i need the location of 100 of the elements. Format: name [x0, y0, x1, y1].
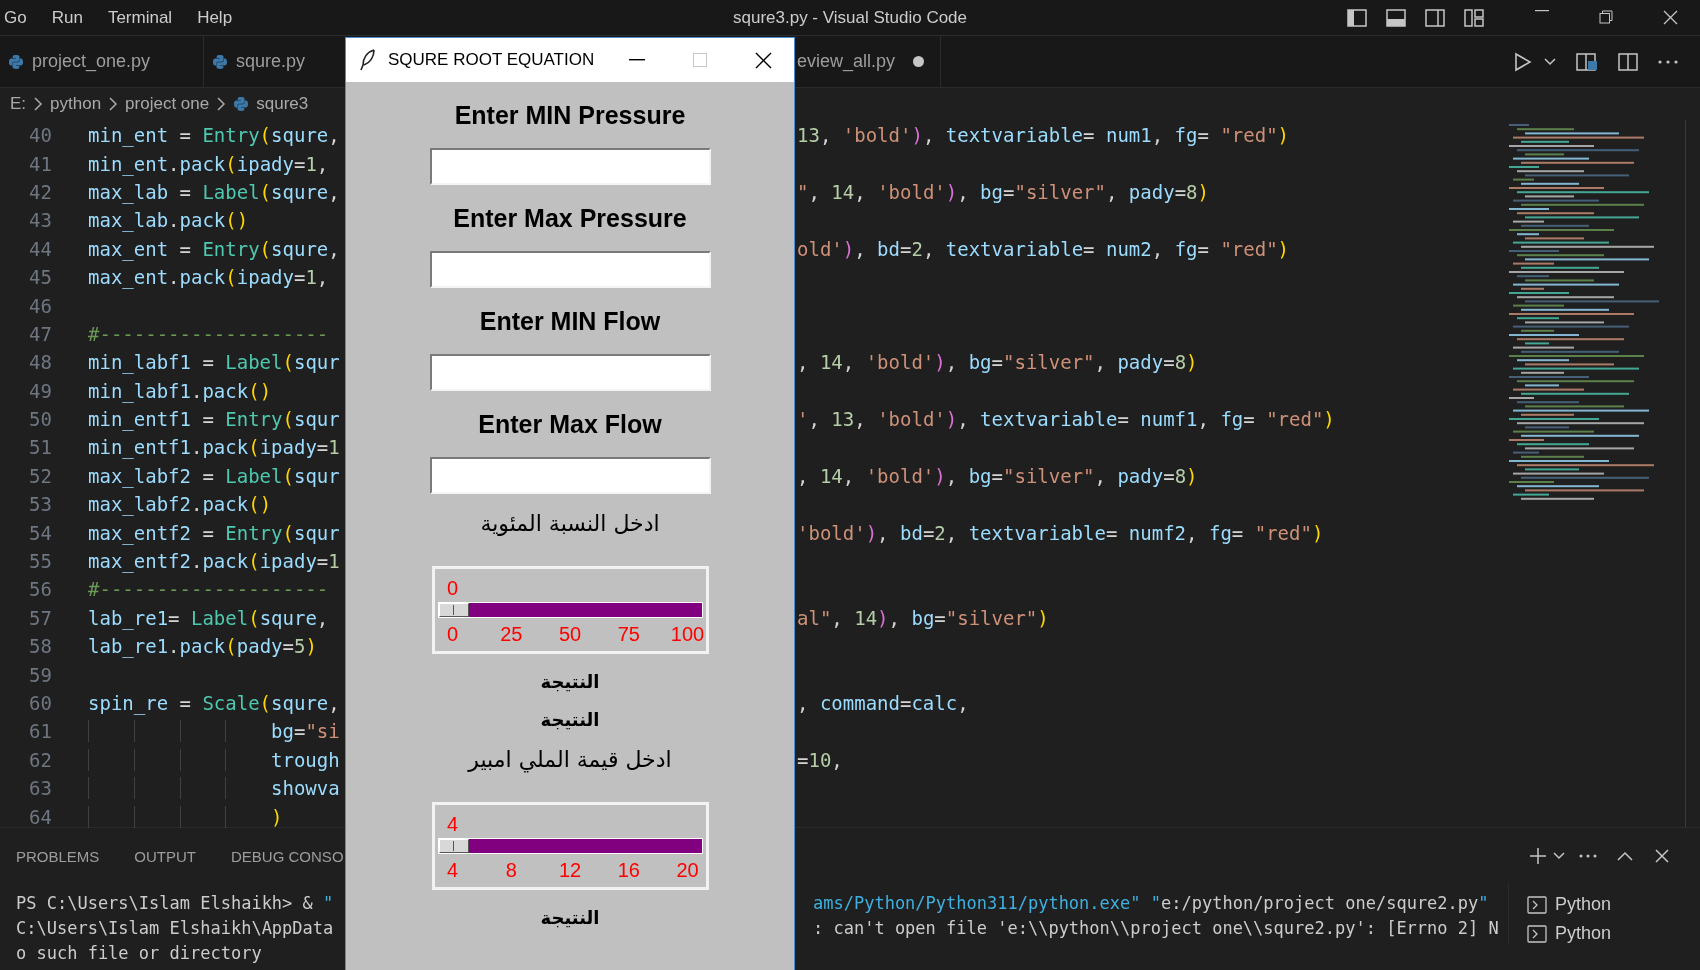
slider-track[interactable] — [437, 602, 703, 618]
tick-label: 20 — [676, 859, 699, 881]
result-label: النتيجة — [540, 710, 600, 730]
line-number: 62 — [28, 748, 52, 771]
python-file-icon — [212, 53, 228, 70]
minimize-icon[interactable] — [1535, 10, 1549, 12]
slider-value: 4 — [446, 813, 459, 835]
code-text: , command=calc, — [797, 692, 969, 714]
code-text: max_ent = Entry(squre, — [88, 237, 341, 260]
panel-tab[interactable]: OUTPUT — [134, 847, 197, 865]
input-field[interactable] — [429, 251, 711, 288]
breadcrumb-item[interactable]: python — [50, 94, 102, 114]
tick-label: 100 — [670, 623, 705, 645]
breadcrumb-item[interactable]: E: — [10, 94, 27, 114]
panel-tab[interactable]: PROBLEMS — [16, 847, 100, 865]
slider-thumb[interactable] — [438, 603, 469, 617]
code-text: lab_re1.pack(pady=5) — [88, 635, 318, 658]
terminal-text: : can't open file 'e:\\python\\project one\\squre2.py': [Errno 2] N — [813, 917, 1499, 938]
field-label: Enter MIN Pressure — [454, 100, 686, 130]
line-number: 50 — [28, 408, 52, 431]
tick-label: 12 — [558, 859, 582, 881]
code-text: spin_re = Scale(squre, — [88, 692, 341, 714]
line-number: 59 — [28, 663, 52, 686]
code-text: max_labf2.pack() — [88, 493, 273, 516]
line-number: 42 — [28, 180, 52, 203]
chevron-down-icon[interactable] — [1553, 852, 1565, 860]
line-number: 48 — [28, 351, 52, 374]
code-text: min_ent = Entry(squre, — [88, 124, 341, 147]
minimize-icon[interactable] — [629, 59, 645, 61]
chevron-down-icon[interactable] — [1544, 57, 1556, 66]
tick-label: 16 — [617, 859, 640, 881]
code-text: max_labf2 = Label(squr — [88, 464, 341, 487]
window-title: SQURE ROOT EQUATION — [388, 50, 595, 70]
menu-item[interactable]: Run — [47, 7, 92, 28]
line-number: 43 — [28, 209, 52, 232]
chevron-right-icon — [33, 97, 44, 111]
code-text: min_labf1 = Label(squr — [88, 351, 341, 374]
input-field[interactable] — [429, 354, 711, 391]
input-field[interactable] — [429, 457, 711, 494]
field-label: Enter Max Pressure — [453, 203, 687, 233]
breadcrumb-item[interactable]: project one — [125, 94, 210, 114]
close-icon[interactable] — [755, 51, 772, 69]
layout-grid-icon[interactable] — [1464, 8, 1484, 27]
line-number: 60 — [28, 692, 52, 714]
code-text: =10, — [797, 748, 843, 771]
panel-toggle-icon[interactable] — [1386, 8, 1406, 27]
slider-track[interactable] — [437, 838, 703, 854]
split-layout-icon[interactable] — [1425, 8, 1445, 27]
line-number: 63 — [28, 777, 52, 800]
more-icon[interactable] — [1579, 854, 1597, 858]
plus-icon[interactable] — [1529, 847, 1547, 865]
feather-icon — [360, 49, 376, 71]
more-icon[interactable] — [1658, 59, 1678, 64]
line-number: 55 — [28, 550, 52, 573]
terminal-text: ams/Python/Python311/python.exe" "e:/python/project one/squre2.py" — [813, 892, 1489, 913]
restore-icon[interactable] — [1599, 10, 1613, 24]
menu-item[interactable]: Go — [0, 7, 36, 28]
maximize-icon — [693, 53, 707, 67]
code-text: ', 13, 'bold'), textvariable= numf1, fg= "red") — [797, 408, 1335, 431]
line-number: 40 — [28, 124, 52, 147]
tick-label: 75 — [617, 623, 640, 645]
sidebar-toggle-icon[interactable] — [1347, 8, 1367, 27]
code-text: max_entf2.pack(ipady=1 — [88, 550, 341, 573]
code-text: #-------------------- — [88, 322, 330, 345]
chevron-right-icon — [108, 97, 119, 111]
terminal-text: o such file or directory — [16, 942, 263, 963]
line-number: 54 — [28, 521, 52, 544]
run-icon[interactable] — [1514, 51, 1532, 72]
line-number: 57 — [28, 606, 52, 629]
breadcrumb-item[interactable]: squre3 — [256, 94, 309, 114]
terminal-list-item[interactable]: Python — [1527, 923, 1700, 944]
chevron-up-icon[interactable] — [1617, 851, 1633, 861]
slider-thumb[interactable] — [438, 839, 469, 853]
input-field[interactable] — [429, 148, 711, 185]
code-text: , 14, 'bold'), bg="silver", pady=8) — [797, 464, 1198, 487]
code-text: min_labf1.pack() — [88, 379, 273, 402]
field-label: ادخل قيمة الملي امبير — [468, 748, 672, 772]
tick-label: 25 — [500, 623, 523, 645]
split-editor-icon[interactable] — [1618, 51, 1638, 72]
code-text: 13, 'bold'), textvariable= num1, fg= "red") — [797, 124, 1290, 147]
result-label: النتيجة — [540, 908, 600, 928]
menu-item[interactable]: Help — [193, 7, 242, 28]
preview-icon[interactable] — [1576, 51, 1598, 72]
panel-tab[interactable]: DEBUG CONSO — [231, 847, 344, 865]
python-file-icon — [233, 96, 250, 112]
line-number: 46 — [28, 294, 52, 317]
field-label: ادخل النسبة المئوية — [480, 512, 660, 536]
code-text: ", 14, 'bold'), bg="silver", pady=8) — [797, 180, 1209, 203]
tick-label: 50 — [558, 623, 582, 645]
tick-label: 8 — [505, 859, 517, 881]
terminal-text: C:\Users\Islam Elshaikh\AppData — [16, 917, 335, 938]
field-label: Enter MIN Flow — [479, 306, 661, 336]
code-text: old'), bd=2, textvariable= num2, fg= "red") — [797, 237, 1290, 260]
code-text: max_entf2 = Entry(squr — [88, 521, 341, 544]
editor-tab[interactable]: eview_all.py — [795, 36, 941, 87]
code-text: max_lab = Label(squre, — [88, 180, 341, 203]
python-file-icon — [8, 53, 24, 70]
menu-item[interactable]: Terminal — [103, 7, 182, 28]
chevron-right-icon — [216, 97, 227, 111]
terminal-list-item[interactable]: Python — [1527, 894, 1700, 915]
